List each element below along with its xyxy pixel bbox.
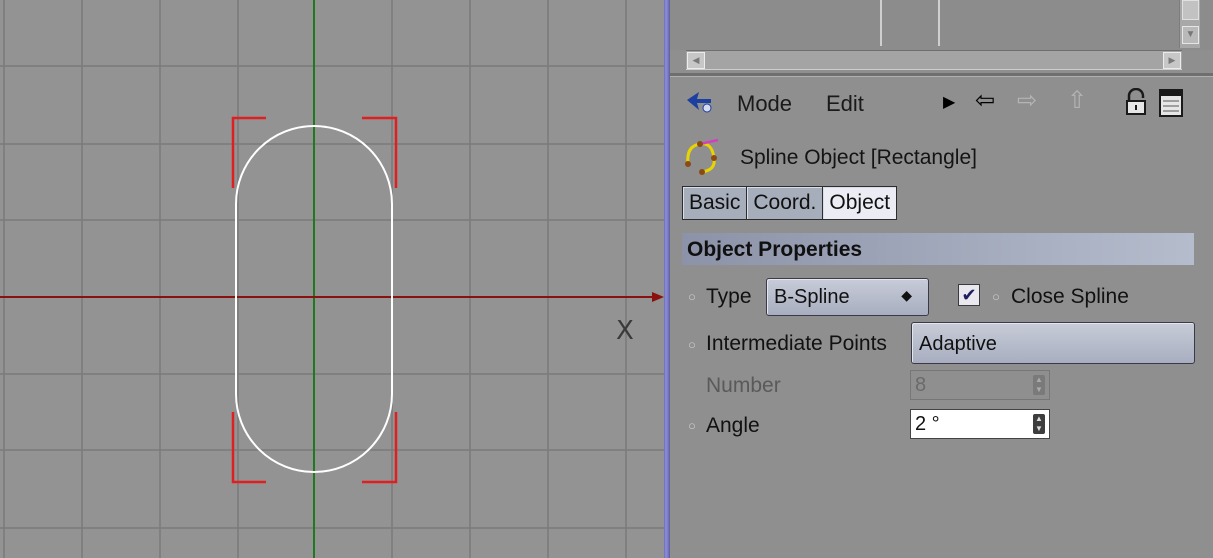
scrollbar-thumb[interactable]	[1182, 0, 1199, 20]
angle-value: 2 °	[915, 413, 940, 435]
number-spinner-icon: ▲ ▼	[1033, 375, 1045, 395]
viewport-grid	[0, 0, 664, 558]
viewport[interactable]: X	[0, 0, 664, 558]
horizontal-scrollbar[interactable]: ◀ ▶	[686, 50, 1182, 70]
tab-bar: Basic Coord. Object	[682, 186, 898, 222]
column-divider	[938, 0, 940, 46]
intermediate-points-select[interactable]: Adaptive	[911, 322, 1195, 364]
object-title: Spline Object [Rectangle]	[740, 146, 977, 169]
number-label: Number	[706, 374, 781, 397]
close-spline-label: Close Spline	[1011, 285, 1129, 308]
spline-object-icon	[682, 136, 726, 181]
checkmark-icon: ✔	[961, 285, 977, 305]
panel-separator	[670, 73, 1213, 77]
angle-field[interactable]: 2 ° ▲ ▼	[910, 409, 1050, 439]
scroll-right-arrow-icon[interactable]: ▶	[1163, 52, 1181, 69]
scroll-left-arrow-icon[interactable]: ◀	[687, 52, 705, 69]
type-select[interactable]: B-Spline ◆	[766, 278, 929, 316]
x-axis-arrow-icon	[652, 292, 664, 302]
viewport-canvas[interactable]	[0, 0, 664, 558]
number-value: 8	[915, 374, 927, 396]
back-arrow-icon[interactable]: ⇦	[975, 88, 995, 114]
animation-bullet-icon[interactable]: ○	[688, 289, 696, 304]
section-header: Object Properties	[682, 233, 1194, 265]
forward-arrow-icon[interactable]: ⇨	[1017, 88, 1037, 114]
x-axis-label: X	[616, 316, 634, 346]
number-field: 8 ▲ ▼	[910, 370, 1050, 400]
tab-basic[interactable]: Basic	[682, 186, 748, 220]
intermediate-points-value: Adaptive	[919, 333, 997, 355]
section-title: Object Properties	[687, 238, 863, 261]
menu-edit[interactable]: Edit	[826, 91, 864, 117]
angle-label: Angle	[706, 414, 760, 437]
close-spline-checkbox[interactable]: ✔	[958, 284, 980, 306]
object-header: Spline Object [Rectangle]	[670, 132, 1213, 178]
angle-spinner-icon[interactable]: ▲ ▼	[1033, 414, 1045, 434]
animation-bullet-icon[interactable]: ○	[688, 337, 696, 352]
tab-object[interactable]: Object	[822, 186, 898, 220]
attribute-manager: ▼ ◀ ▶ Mode Edit ▶ ⇦ ⇨ ⇧ Spline Object [R…	[670, 0, 1213, 558]
up-arrow-icon[interactable]: ⇧	[1067, 88, 1087, 114]
new-window-icon[interactable]	[1158, 88, 1184, 124]
animation-bullet-icon[interactable]: ○	[688, 418, 696, 433]
tab-coord[interactable]: Coord.	[746, 186, 824, 220]
column-divider	[880, 0, 882, 46]
pointer-icon[interactable]	[685, 90, 715, 120]
type-value: B-Spline	[774, 286, 850, 308]
menu-mode[interactable]: Mode	[737, 91, 792, 117]
vertical-scrollbar[interactable]: ▼	[1179, 0, 1200, 48]
lock-icon[interactable]	[1124, 87, 1148, 122]
attribute-menubar: Mode Edit ▶ ⇦ ⇨ ⇧	[670, 80, 1213, 124]
app-window: X ▼ ◀ ▶ Mode Edit ▶ ⇦ ⇨ ⇧ Spline Object …	[0, 0, 1213, 558]
play-icon[interactable]: ▶	[943, 90, 955, 116]
animation-bullet-icon[interactable]: ○	[992, 289, 1000, 304]
object-manager-area: ▼	[670, 0, 1213, 50]
scroll-down-arrow-icon[interactable]: ▼	[1182, 26, 1199, 44]
type-label: Type	[706, 285, 752, 308]
select-stepper-icon: ◆	[901, 287, 912, 303]
intermediate-points-label: Intermediate Points	[706, 332, 887, 355]
